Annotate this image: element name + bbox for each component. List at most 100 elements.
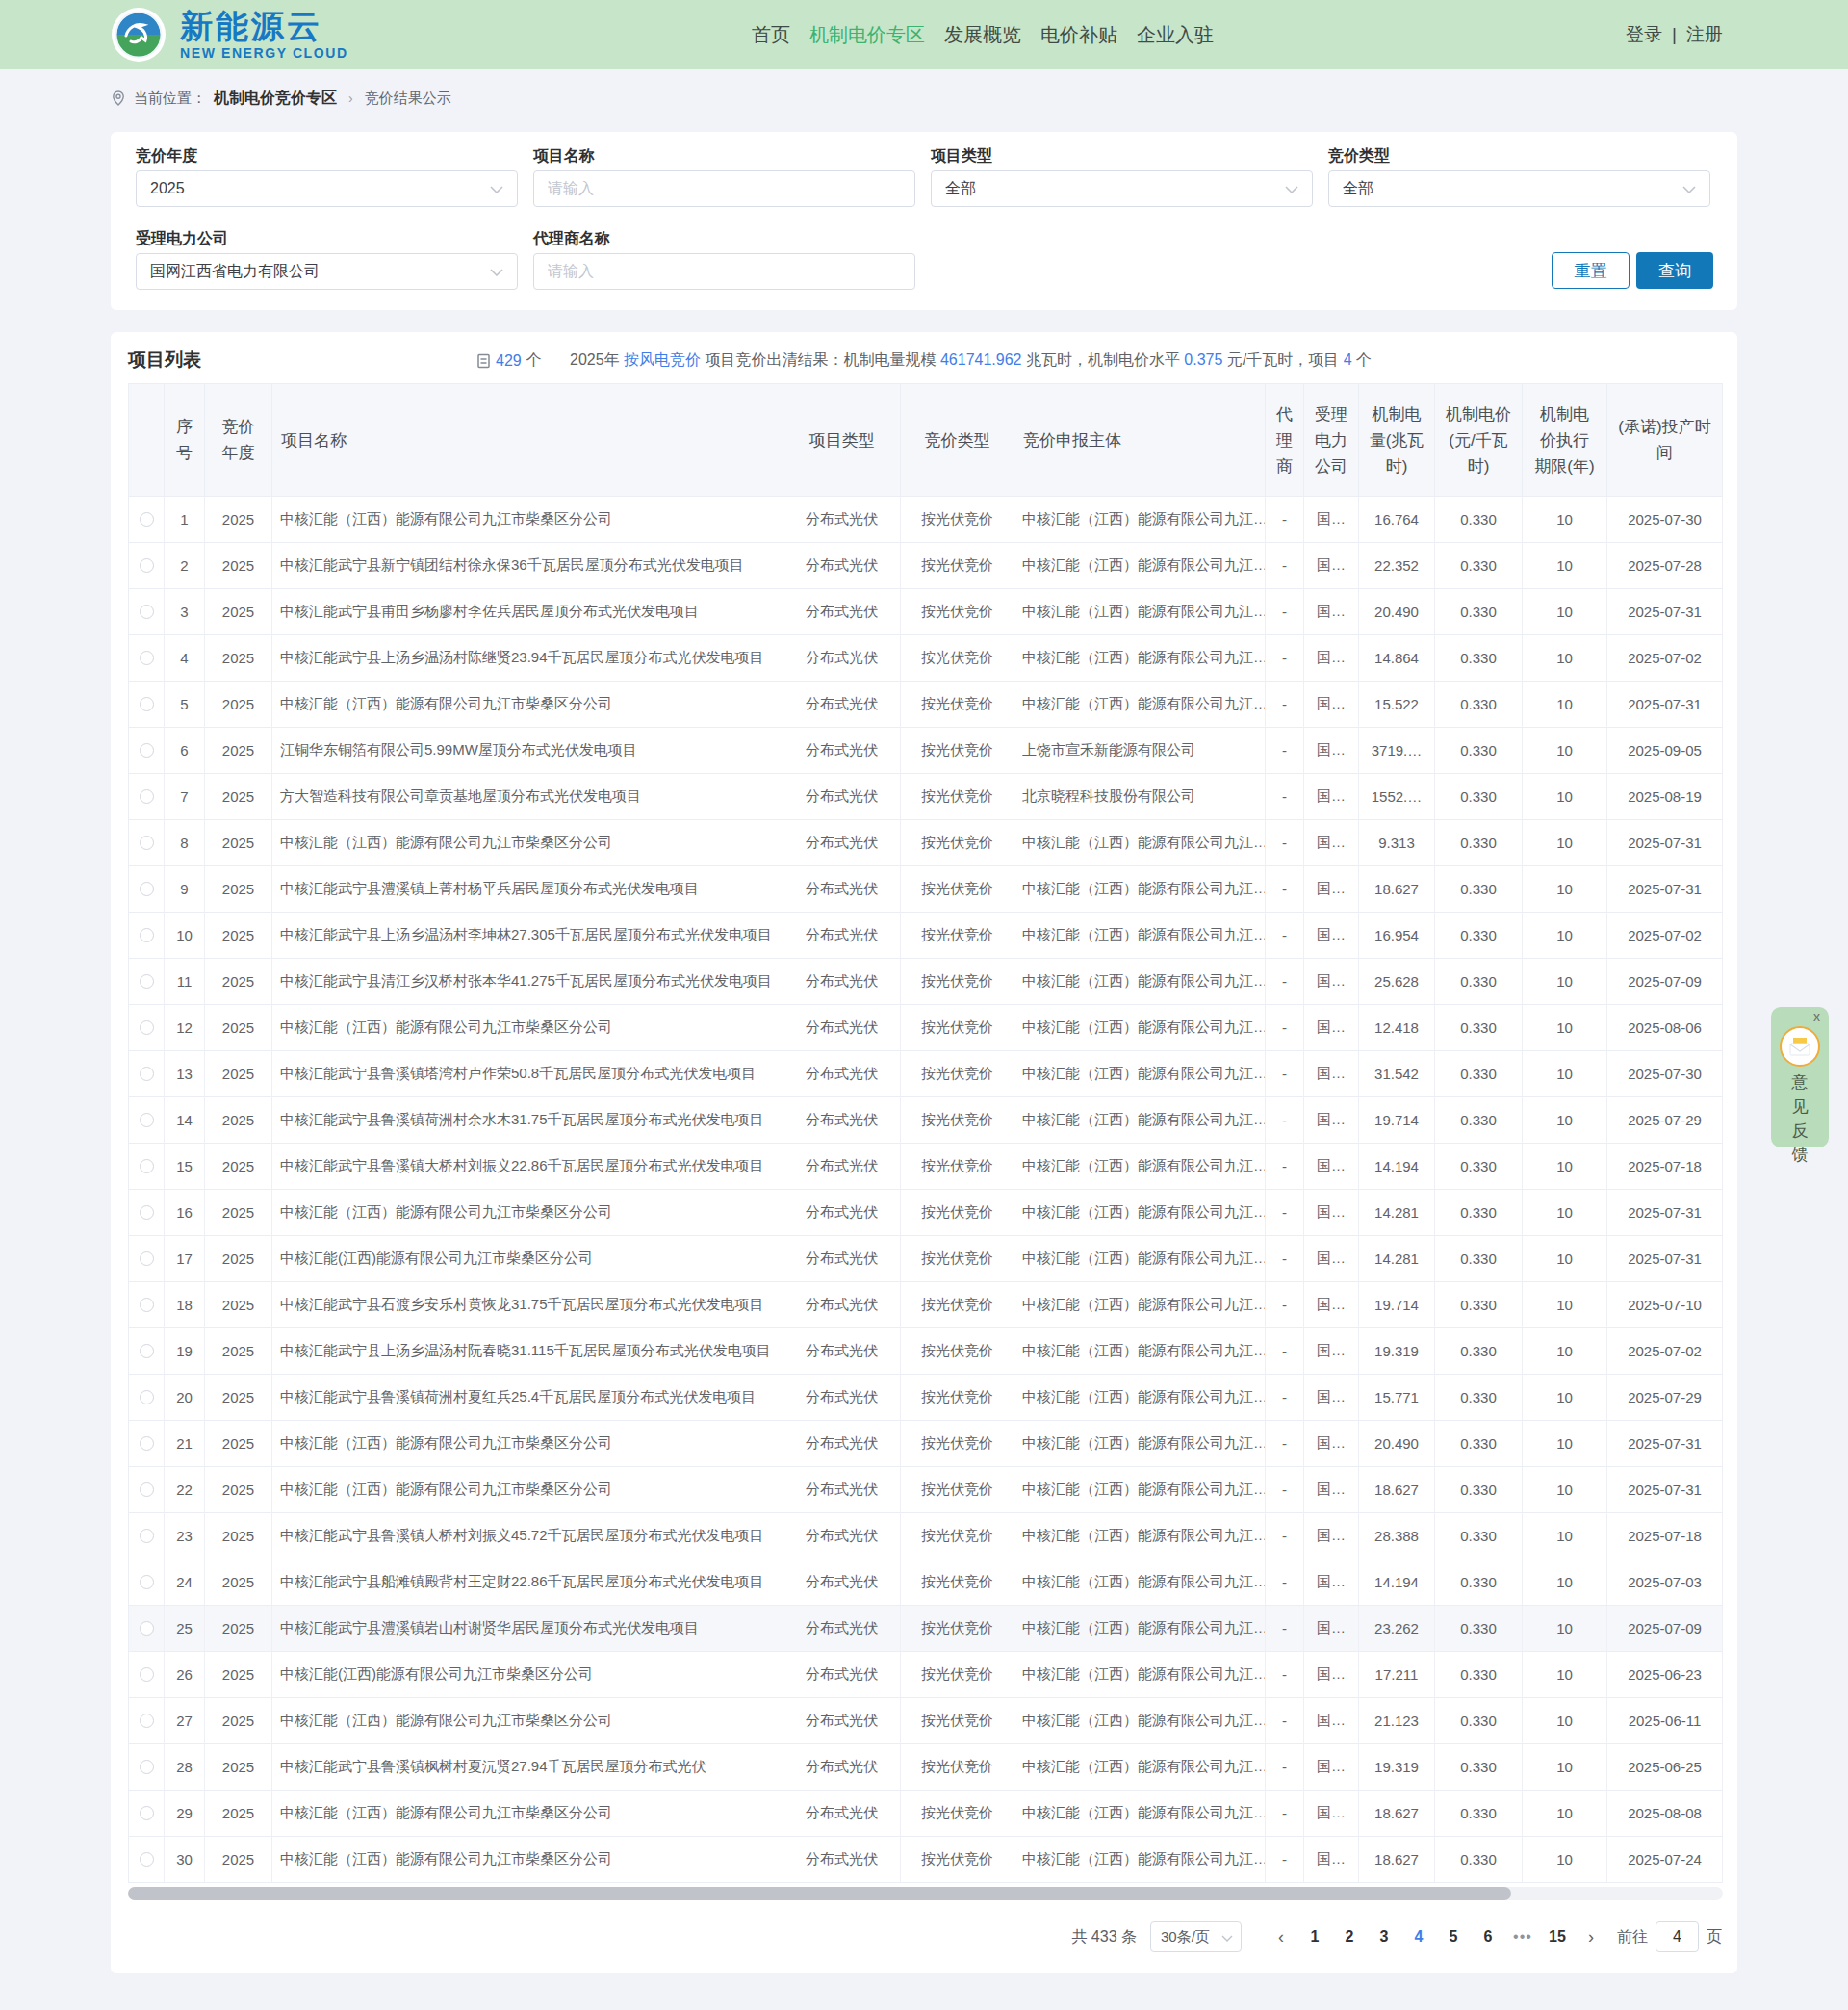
table-row[interactable]: 262025中核汇能(江西)能源有限公司九江市柴桑区分公司分布式光伏按光伏竞价中… [129,1652,1723,1698]
radio-button[interactable] [140,743,154,758]
radio-button[interactable] [140,1760,154,1774]
cell-radio[interactable] [129,1144,165,1190]
project-type-select[interactable]: 全部 [931,170,1313,207]
radio-button[interactable] [140,1205,154,1220]
cell-radio[interactable] [129,1744,165,1791]
radio-button[interactable] [140,558,154,573]
table-row[interactable]: 52025中核汇能（江西）能源有限公司九江市柴桑区分公司分布式光伏按光伏竞价中核… [129,682,1723,728]
cell-radio[interactable] [129,1652,165,1698]
radio-button[interactable] [140,836,154,850]
cell-radio[interactable] [129,774,165,820]
radio-button[interactable] [140,1482,154,1497]
cell-radio[interactable] [129,959,165,1005]
table-row[interactable]: 112025中核汇能武宁县清江乡汉桥村张本华41.275千瓦居民屋顶分布式光伏发… [129,959,1723,1005]
nav-item[interactable]: 机制电价专区 [809,22,925,48]
page-size-select[interactable]: 30条/页 [1150,1921,1242,1952]
cell-radio[interactable] [129,728,165,774]
search-button[interactable]: 查询 [1636,252,1713,289]
nav-item[interactable]: 企业入驻 [1137,22,1214,48]
agent-name-input[interactable] [548,263,901,280]
radio-button[interactable] [140,1020,154,1035]
cell-radio[interactable] [129,1097,165,1144]
table-row[interactable]: 302025中核汇能（江西）能源有限公司九江市柴桑区分公司分布式光伏按光伏竞价中… [129,1837,1723,1883]
cell-radio[interactable] [129,866,165,913]
radio-button[interactable] [140,1714,154,1728]
table-row[interactable]: 292025中核汇能（江西）能源有限公司九江市柴桑区分公司分布式光伏按光伏竞价中… [129,1791,1723,1837]
cell-radio[interactable] [129,543,165,589]
radio-button[interactable] [140,1529,154,1543]
radio-button[interactable] [140,1621,154,1636]
cell-radio[interactable] [129,913,165,959]
table-row[interactable]: 42025中核汇能武宁县上汤乡温汤村陈继贤23.94千瓦居民屋顶分布式光伏发电项… [129,635,1723,682]
radio-button[interactable] [140,512,154,527]
feedback-widget[interactable]: x 意见反馈 [1771,1007,1829,1147]
cell-radio[interactable] [129,635,165,682]
radio-button[interactable] [140,1251,154,1266]
cell-radio[interactable] [129,1606,165,1652]
cell-radio[interactable] [129,1051,165,1097]
radio-button[interactable] [140,1298,154,1312]
cell-radio[interactable] [129,1421,165,1467]
table-row[interactable]: 82025中核汇能（江西）能源有限公司九江市柴桑区分公司分布式光伏按光伏竞价中核… [129,820,1723,866]
cell-radio[interactable] [129,1559,165,1606]
table-row[interactable]: 282025中核汇能武宁县鲁溪镇枫树村夏沅贤27.94千瓦居民屋顶分布式光伏分布… [129,1744,1723,1791]
radio-button[interactable] [140,1067,154,1081]
table-row[interactable]: 102025中核汇能武宁县上汤乡温汤村李坤林27.305千瓦居民屋顶分布式光伏发… [129,913,1723,959]
bid-type-select[interactable]: 全部 [1328,170,1710,207]
page-number[interactable]: 4 [1401,1928,1436,1946]
radio-button[interactable] [140,1806,154,1820]
cell-radio[interactable] [129,1328,165,1375]
scrollbar-thumb[interactable] [128,1887,1511,1900]
close-icon[interactable]: x [1813,1009,1820,1024]
radio-button[interactable] [140,928,154,942]
radio-button[interactable] [140,1852,154,1867]
cell-radio[interactable] [129,1698,165,1744]
radio-button[interactable] [140,789,154,804]
next-page-button[interactable]: › [1575,1927,1607,1947]
cell-radio[interactable] [129,497,165,543]
project-name-input[interactable] [548,180,901,197]
table-row[interactable]: 242025中核汇能武宁县船滩镇殿背村王定财22.86千瓦居民屋顶分布式光伏发电… [129,1559,1723,1606]
table-row[interactable]: 162025中核汇能（江西）能源有限公司九江市柴桑区分公司分布式光伏按光伏竞价中… [129,1190,1723,1236]
radio-button[interactable] [140,1344,154,1358]
table-row[interactable]: 72025方大智造科技有限公司章贡基地屋顶分布式光伏发电项目分布式光伏按光伏竞价… [129,774,1723,820]
cell-radio[interactable] [129,589,165,635]
table-row[interactable]: 142025中核汇能武宁县鲁溪镇荷洲村余水木31.75千瓦居民屋顶分布式光伏发电… [129,1097,1723,1144]
goto-page-input[interactable]: 4 [1656,1921,1699,1952]
table-row[interactable]: 252025中核汇能武宁县澧溪镇岩山村谢贤华居民屋顶分布式光伏发电项目分布式光伏… [129,1606,1723,1652]
page-number[interactable]: 5 [1436,1928,1471,1946]
nav-item[interactable]: 首页 [752,22,790,48]
page-number[interactable]: 15 [1540,1928,1575,1946]
cell-radio[interactable] [129,1513,165,1559]
table-row[interactable]: 202025中核汇能武宁县鲁溪镇荷洲村夏红兵25.4千瓦居民屋顶分布式光伏发电项… [129,1375,1723,1421]
reset-button[interactable]: 重置 [1552,252,1630,289]
table-row[interactable]: 232025中核汇能武宁县鲁溪镇大桥村刘振义45.72千瓦居民屋顶分布式光伏发电… [129,1513,1723,1559]
radio-button[interactable] [140,697,154,711]
page-number[interactable]: 1 [1297,1928,1332,1946]
cell-radio[interactable] [129,1190,165,1236]
table-row[interactable]: 62025江铜华东铜箔有限公司5.99MW屋顶分布式光伏发电项目分布式光伏按光伏… [129,728,1723,774]
page-number[interactable]: 3 [1367,1928,1401,1946]
cell-radio[interactable] [129,1791,165,1837]
cell-radio[interactable] [129,820,165,866]
radio-button[interactable] [140,882,154,896]
table-row[interactable]: 32025中核汇能武宁县甫田乡杨廖村李佐兵居民屋顶分布式光伏发电项目分布式光伏按… [129,589,1723,635]
horizontal-scrollbar[interactable] [128,1887,1723,1900]
login-link[interactable]: 登录 [1626,22,1662,47]
radio-button[interactable] [140,1159,154,1173]
table-row[interactable]: 22025中核汇能武宁县新宁镇团结村徐永保36千瓦居民屋顶分布式光伏发电项目分布… [129,543,1723,589]
table-row[interactable]: 212025中核汇能（江西）能源有限公司九江市柴桑区分公司分布式光伏按光伏竞价中… [129,1421,1723,1467]
cell-radio[interactable] [129,1282,165,1328]
prev-page-button[interactable]: ‹ [1265,1927,1297,1947]
table-row[interactable]: 122025中核汇能（江西）能源有限公司九江市柴桑区分公司分布式光伏按光伏竞价中… [129,1005,1723,1051]
cell-radio[interactable] [129,1375,165,1421]
table-row[interactable]: 192025中核汇能武宁县上汤乡温汤村阮春晓31.115千瓦居民屋顶分布式光伏发… [129,1328,1723,1375]
table-row[interactable]: 152025中核汇能武宁县鲁溪镇大桥村刘振义22.86千瓦居民屋顶分布式光伏发电… [129,1144,1723,1190]
register-link[interactable]: 注册 [1686,22,1723,47]
table-row[interactable]: 182025中核汇能武宁县石渡乡安乐村黄恢龙31.75千瓦居民屋顶分布式光伏发电… [129,1282,1723,1328]
radio-button[interactable] [140,1575,154,1589]
radio-button[interactable] [140,1113,154,1127]
page-number[interactable]: 6 [1471,1928,1505,1946]
nav-item[interactable]: 电价补贴 [1040,22,1117,48]
cell-radio[interactable] [129,1005,165,1051]
